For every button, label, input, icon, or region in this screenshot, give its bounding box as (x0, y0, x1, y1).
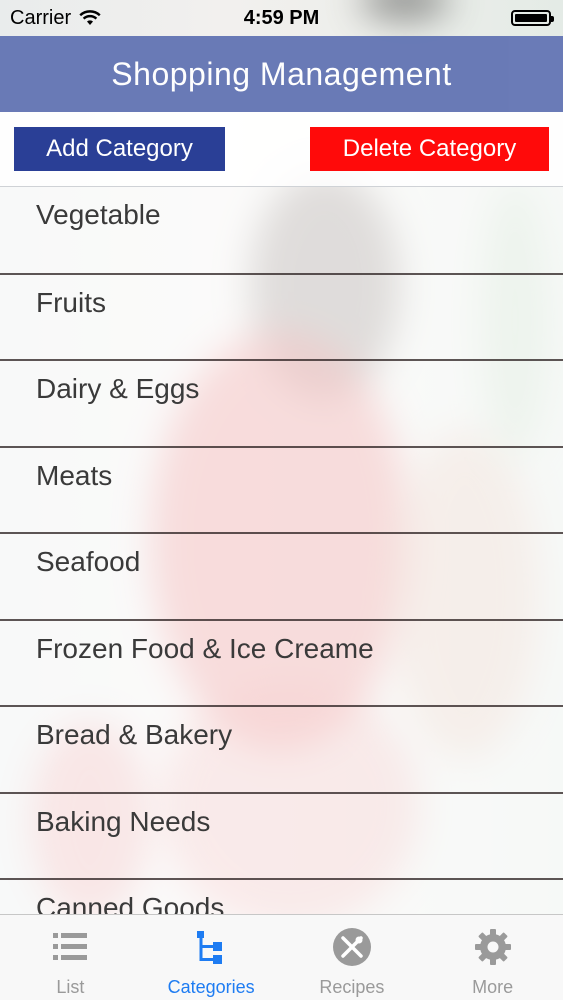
status-bar: Carrier 4:59 PM (0, 0, 563, 36)
list-item-label: Bread & Bakery (36, 719, 233, 750)
list-item-label: Baking Needs (36, 805, 211, 837)
page-title: Shopping Management (111, 55, 452, 92)
list-item-label: Frozen Food & Ice Creame (36, 632, 374, 664)
tab-label: More (472, 977, 514, 997)
list-item-label: Seafood (36, 546, 141, 577)
list-item-label: Fruits (36, 286, 106, 318)
list-item[interactable]: Frozen Food & Ice Creame (0, 618, 563, 705)
list-icon (53, 933, 88, 960)
list-item-label: Canned Goods (36, 892, 225, 914)
tab-categories[interactable]: Categories (141, 915, 282, 1000)
tab-label: List (56, 977, 85, 997)
category-actions: Add Category Delete Category (0, 112, 563, 186)
list-item[interactable]: Baking Needs (0, 791, 563, 878)
list-item-label: Vegetable (36, 199, 161, 230)
gear-icon (474, 929, 511, 965)
categories-icon (197, 931, 223, 964)
battery-icon (511, 10, 554, 26)
list-item-label: Dairy & Eggs (36, 373, 200, 404)
category-list: Vegetable Fruits Dairy & Eggs Meats Seaf… (0, 186, 563, 914)
list-item-label: Meats (36, 459, 113, 491)
tab-label: Recipes (319, 977, 385, 997)
list-item[interactable]: Canned Goods (0, 878, 563, 914)
list-item[interactable]: Vegetable (0, 186, 563, 273)
delete-category-button[interactable]: Delete Category (310, 127, 549, 171)
navigation-bar: Shopping Management (0, 36, 563, 112)
tab-list[interactable]: List (0, 915, 141, 1000)
tab-bar: List Categories Recipes More (0, 914, 563, 1000)
list-item[interactable]: Meats (0, 445, 563, 532)
tab-more[interactable]: More (422, 915, 563, 1000)
tab-recipes[interactable]: Recipes (282, 915, 423, 1000)
tab-label: Categories (167, 977, 255, 997)
list-item[interactable]: Dairy & Eggs (0, 359, 563, 446)
list-item[interactable]: Seafood (0, 532, 563, 619)
add-category-button[interactable]: Add Category (14, 127, 225, 171)
utensils-icon (332, 928, 371, 966)
list-item[interactable]: Bread & Bakery (0, 705, 563, 792)
list-item[interactable]: Fruits (0, 272, 563, 359)
status-time: 4:59 PM (243, 6, 320, 29)
